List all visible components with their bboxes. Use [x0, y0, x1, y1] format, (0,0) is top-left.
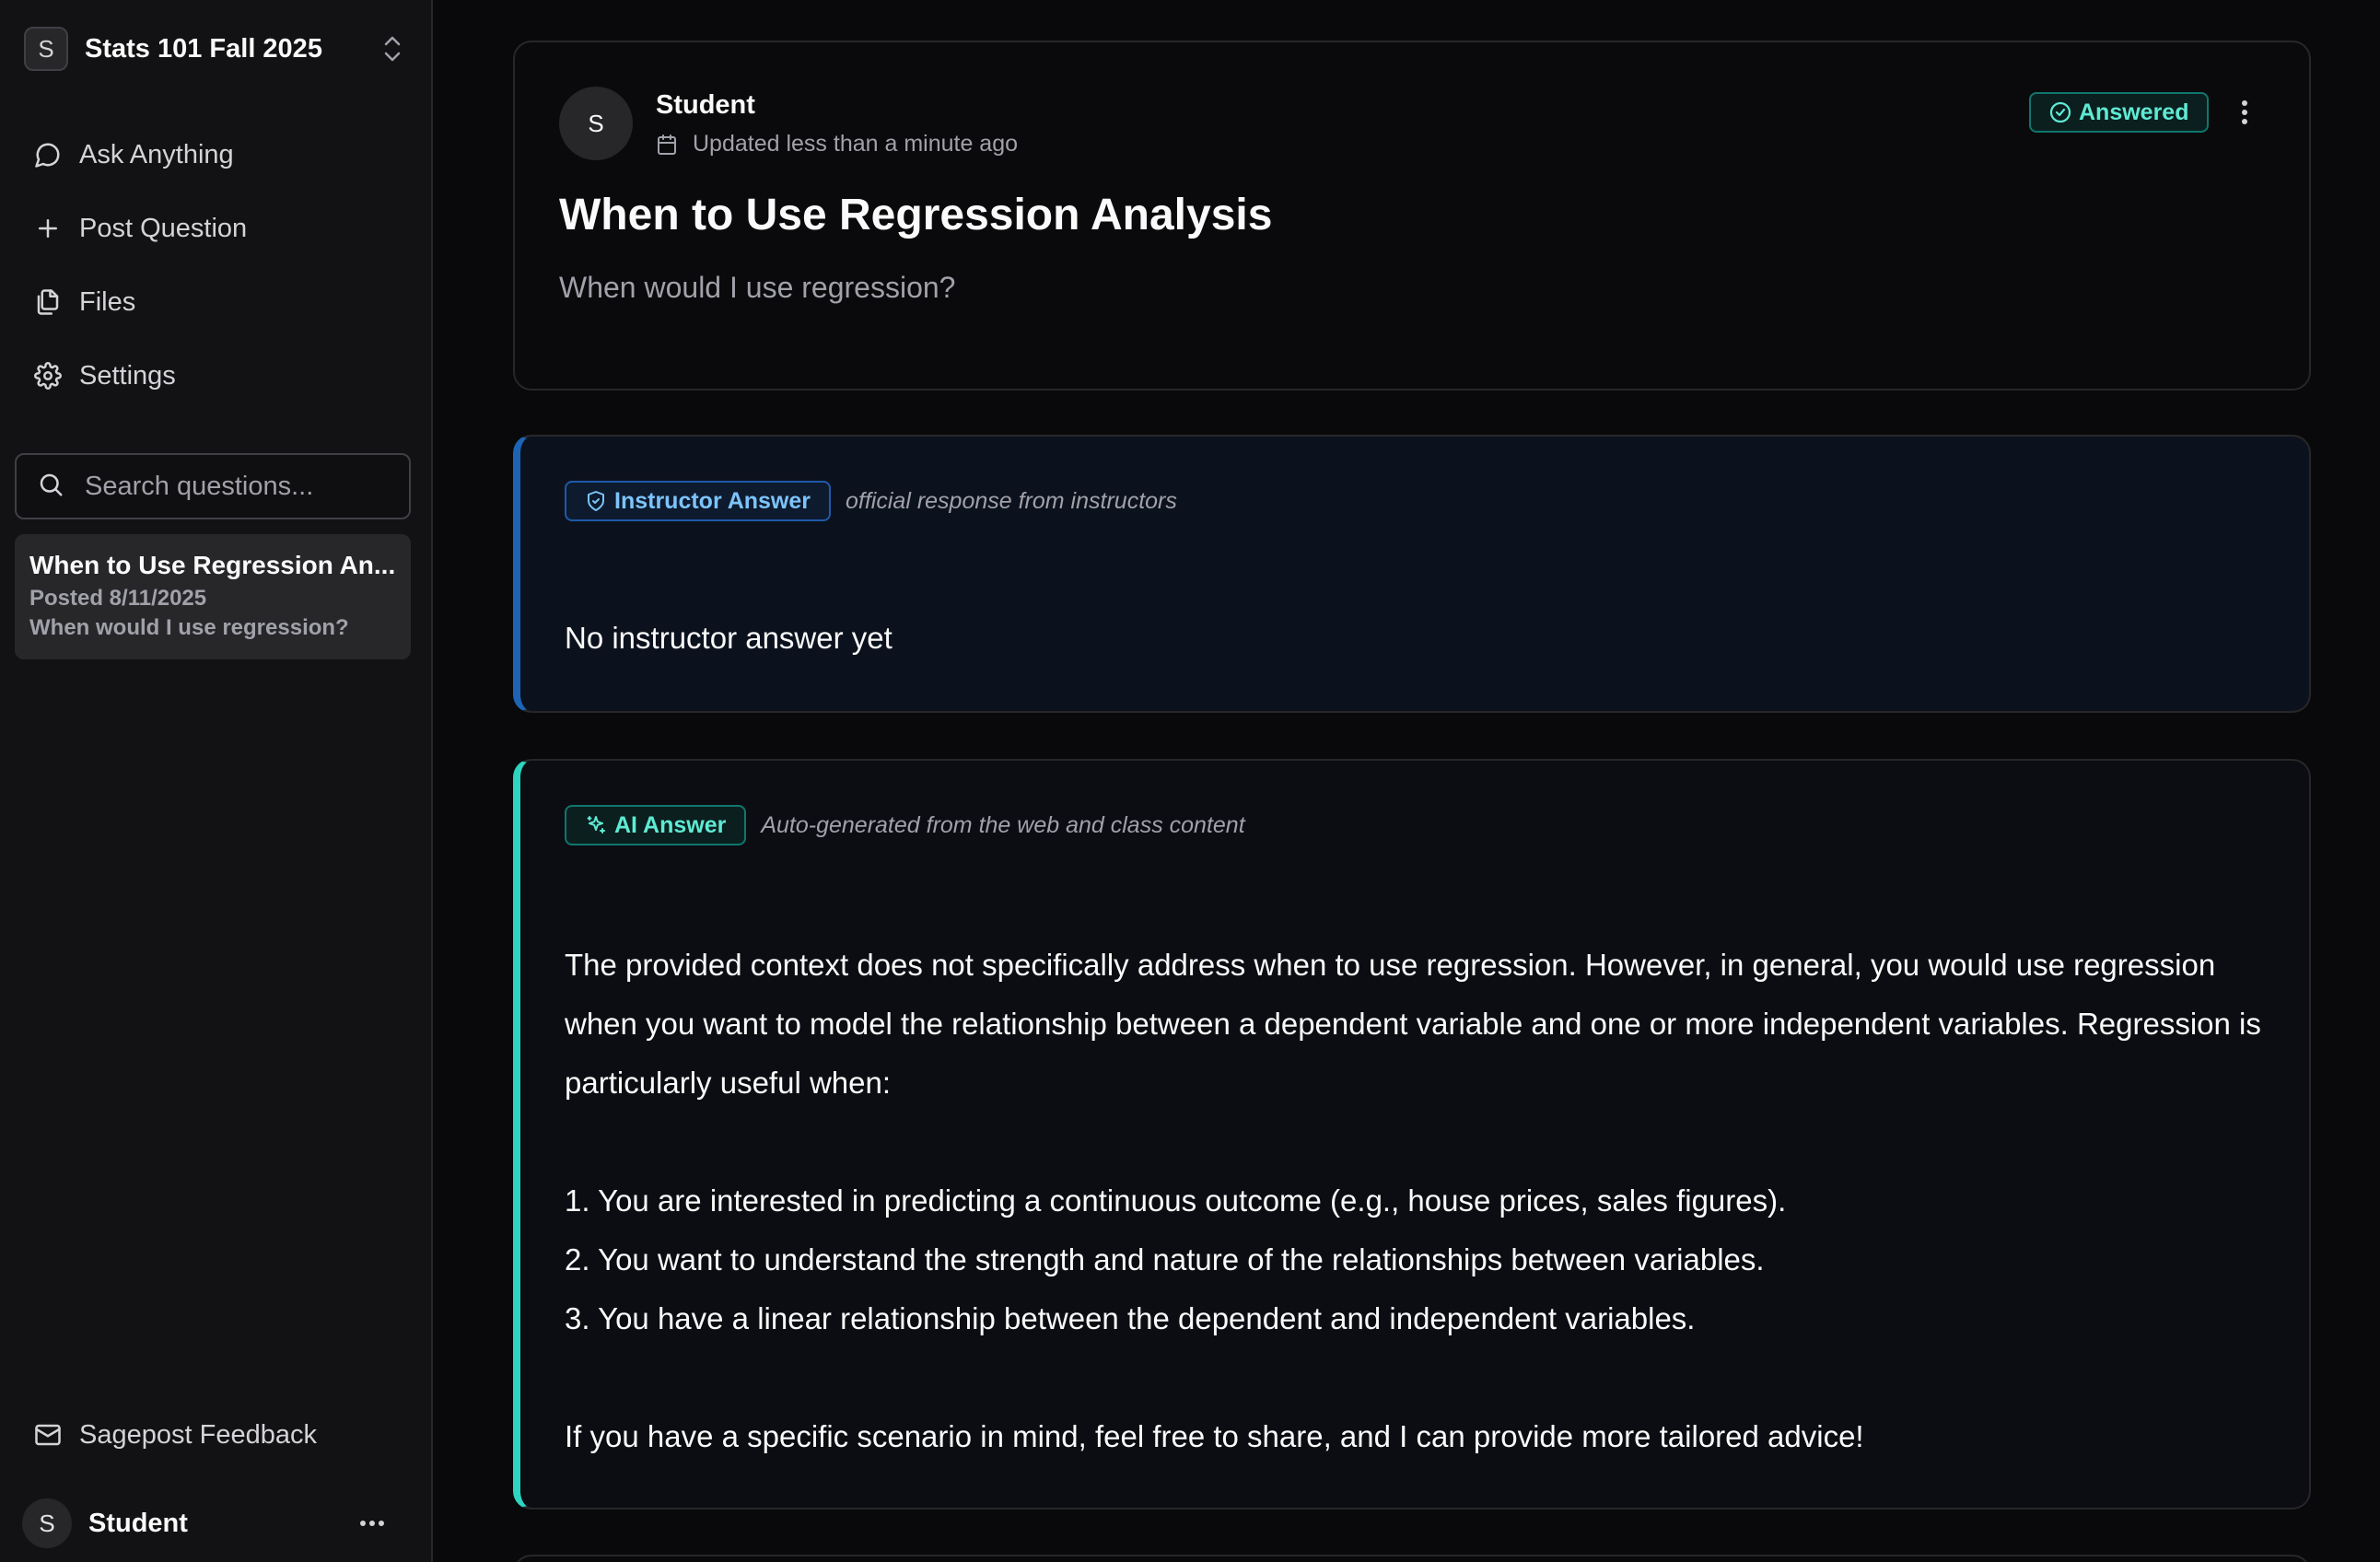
avatar: S: [22, 1498, 72, 1548]
question-card: S Student Updated less than a minute ago…: [513, 41, 2311, 390]
nav-label: Files: [79, 286, 136, 317]
feedback-label: Sagepost Feedback: [79, 1419, 317, 1450]
status-badge: Answered: [2029, 92, 2210, 133]
gear-icon: [33, 361, 63, 390]
nav-settings[interactable]: Settings: [15, 339, 411, 413]
sidebar: S Stats 101 Fall 2025 Ask Anything Post …: [0, 0, 433, 1562]
question-list-title: When to Use Regression An...: [29, 551, 396, 579]
nav-files[interactable]: Files: [15, 265, 411, 339]
instructor-answer-card: Instructor Answer official response from…: [513, 435, 2311, 713]
author-name: Student: [656, 90, 755, 120]
more-vertical-icon[interactable]: [2226, 92, 2263, 133]
next-card-edge: [513, 1555, 2311, 1562]
ai-answer-intro: The provided context does not specifical…: [565, 948, 2261, 1100]
nav-label: Post Question: [79, 213, 248, 243]
ai-answer-point: 2. You want to understand the strength a…: [565, 1242, 1765, 1276]
chat-bubble-icon: [33, 140, 63, 169]
sidebar-nav: Ask Anything Post Question Files Setting…: [15, 118, 411, 413]
question-title: When to Use Regression Analysis: [559, 191, 1273, 239]
tag-note: official response from instructors: [846, 487, 1177, 514]
search-icon: [37, 471, 64, 503]
files-icon: [33, 287, 63, 317]
feedback-link[interactable]: Sagepost Feedback: [15, 1398, 411, 1472]
search-input[interactable]: [85, 471, 389, 502]
answer-header: Instructor Answer official response from…: [565, 481, 1177, 521]
ai-answer-body: The provided context does not specifical…: [565, 936, 2278, 1466]
tag-label: AI Answer: [614, 811, 727, 838]
question-list-preview: When would I use regression?: [29, 615, 349, 640]
course-name: Stats 101 Fall 2025: [85, 33, 322, 64]
nav-ask-anything[interactable]: Ask Anything: [15, 118, 411, 192]
question-list-date: Posted 8/11/2025: [29, 586, 207, 611]
shield-check-icon: [585, 490, 607, 512]
ai-answer-tag: AI Answer: [565, 805, 747, 845]
instructor-answer-body: No instructor answer yet: [565, 621, 892, 655]
user-name: Student: [88, 1508, 188, 1538]
ai-answer-card: AI Answer Auto-generated from the web an…: [513, 759, 2311, 1510]
tag-note: Auto-generated from the web and class co…: [761, 811, 1245, 838]
author-avatar: S: [559, 87, 633, 160]
question-body: When would I use regression?: [559, 271, 956, 304]
nav-label: Settings: [79, 360, 176, 390]
answer-header: AI Answer Auto-generated from the web an…: [565, 805, 1245, 845]
ai-answer-closing: If you have a specific scenario in mind,…: [565, 1419, 1864, 1453]
ai-answer-point: 3. You have a linear relationship betwee…: [565, 1301, 1696, 1335]
nav-post-question[interactable]: Post Question: [15, 192, 411, 265]
more-horizontal-icon[interactable]: [354, 1505, 391, 1542]
search-box: [15, 453, 411, 519]
user-menu[interactable]: S Student: [22, 1498, 391, 1549]
updated-timestamp: Updated less than a minute ago: [656, 131, 1018, 157]
course-avatar: S: [24, 27, 68, 71]
mail-icon: [33, 1420, 63, 1450]
question-list-item[interactable]: When to Use Regression An... Posted 8/11…: [15, 534, 411, 659]
sparkles-icon: [585, 814, 607, 836]
tag-label: Instructor Answer: [614, 487, 811, 514]
status-label: Answered: [2079, 99, 2189, 125]
chevron-up-down-icon: [379, 32, 405, 65]
instructor-answer-tag: Instructor Answer: [565, 481, 832, 521]
nav-label: Ask Anything: [79, 139, 234, 169]
ai-answer-point: 1. You are interested in predicting a co…: [565, 1183, 1787, 1218]
course-switcher[interactable]: S Stats 101 Fall 2025: [24, 26, 405, 72]
plus-icon: [33, 214, 63, 243]
calendar-icon: [656, 134, 678, 156]
check-circle-icon: [2049, 101, 2071, 123]
updated-text: Updated less than a minute ago: [693, 131, 1019, 157]
